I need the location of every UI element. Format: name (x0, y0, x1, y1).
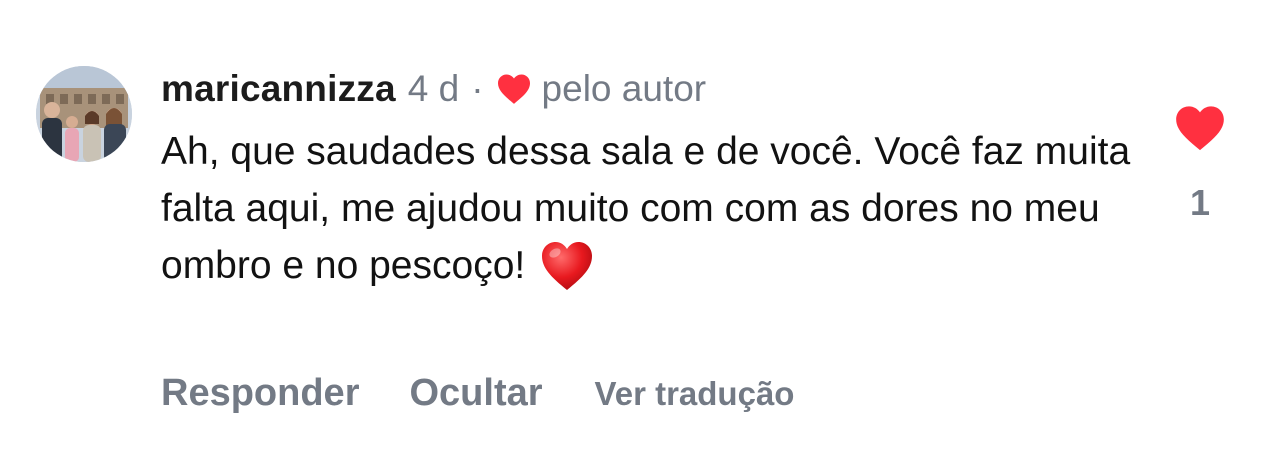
comment: maricannizza 4 d · pelo autor Ah, que sa… (0, 0, 1284, 450)
timestamp: 4 d (407, 68, 460, 109)
like-column: 1 (1170, 104, 1230, 224)
avatar[interactable] (36, 66, 132, 162)
comment-text: Ah, que saudades dessa sala e de você. V… (161, 130, 1131, 287)
like-count: 1 (1189, 182, 1211, 223)
hide-button[interactable]: Ocultar (409, 372, 542, 415)
reply-button[interactable]: Responder (161, 372, 359, 415)
avatar-photo (36, 66, 132, 162)
comment-actions: Responder Ocultar Ver tradução (161, 372, 794, 415)
username[interactable]: maricannizza (161, 68, 396, 110)
heart-icon (496, 73, 532, 105)
liked-by-author-label: pelo autor (541, 68, 707, 109)
see-translation-button[interactable]: Ver tradução (595, 375, 795, 413)
separator-dot: · (471, 68, 484, 109)
red-heart-emoji-icon (540, 240, 594, 292)
comment-text-block: Ah, que saudades dessa sala e de você. V… (161, 123, 1141, 294)
like-heart-icon[interactable] (1174, 104, 1226, 152)
comment-content: maricannizza 4 d · pelo autor Ah, que sa… (161, 68, 1151, 294)
comment-meta: maricannizza 4 d · pelo autor (161, 68, 1151, 110)
